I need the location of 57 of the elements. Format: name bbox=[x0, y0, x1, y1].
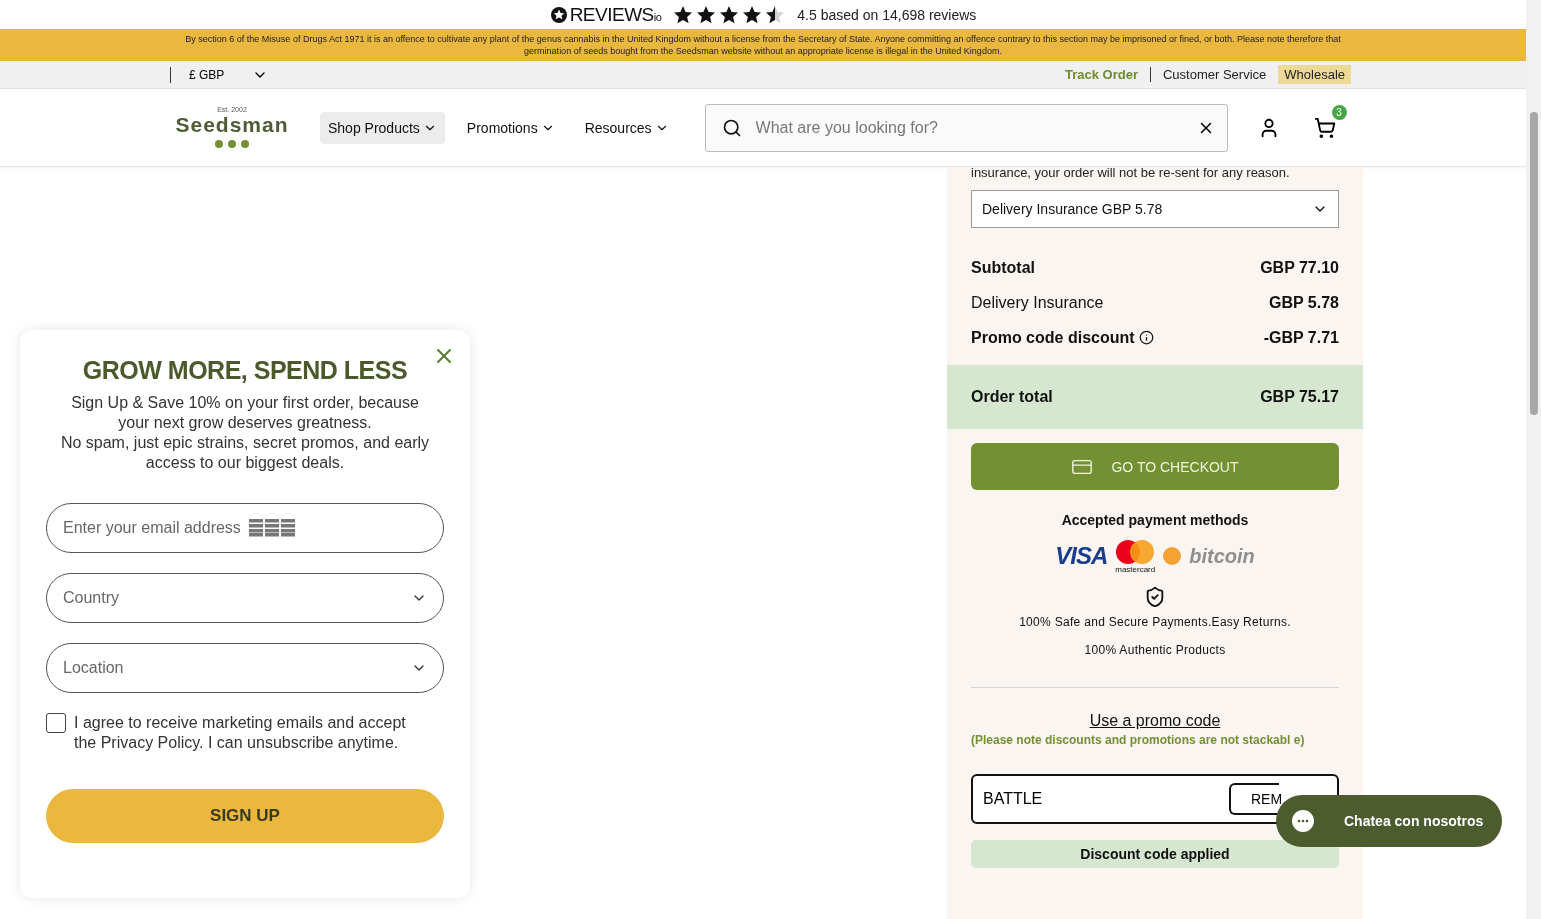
consent-text: I agree to receive marketing emails and accept the Privacy Policy. I can unsubscribe anytime. bbox=[74, 713, 407, 753]
reviews-logo: REVIEWSio bbox=[569, 3, 662, 26]
utility-link[interactable]: Customer Service bbox=[1150, 67, 1267, 82]
sign-up-button[interactable]: SIGN UP bbox=[46, 789, 444, 843]
insurance-note: insurance, your order will not be re-sent for any reason. bbox=[971, 165, 1291, 180]
legal-banner: By section 6 of the Misuse of Drugs Act 1971 it is an offence to cultivate any plant of the genus cannabis in the United Kingdom without a license from the Secretary of State. Anyone committing an offence contrary to this section may be imprisoned or fined, or both. Please note therefore that germination of seeds bought from the Seedsman website without an appropriate license is illegal in the United Kingdom. bbox=[0, 29, 1526, 61]
shield-check-icon bbox=[1144, 586, 1166, 608]
star-icon bbox=[742, 4, 763, 25]
consent-checkbox[interactable] bbox=[46, 713, 66, 733]
popup-text: No spam, just epic strains, secret promos, and early access to our biggest deals. bbox=[59, 433, 431, 473]
payments-title: Accepted payment methods bbox=[1060, 512, 1250, 528]
mastercard-logo bbox=[1115, 538, 1156, 565]
promo-note: (Please note discounts and promotions are not stackabl e) bbox=[971, 732, 1306, 749]
utility-link[interactable]: Wholesale bbox=[1278, 65, 1351, 84]
cart-button[interactable] bbox=[1313, 116, 1336, 139]
currency-selector[interactable]: £ GBP bbox=[170, 66, 269, 83]
summary-value: GBP 77.10 bbox=[1260, 258, 1339, 277]
popup-text: Sign Up & Save 10% on your first order, because your next grow deserves greatness. bbox=[70, 393, 420, 433]
coin-icon bbox=[1163, 547, 1182, 565]
discount-applied-message: Discount code applied bbox=[971, 840, 1339, 868]
summary-value: GBP 5.78 bbox=[1269, 293, 1339, 312]
assurance-text: 100% Safe and Secure Payments.Easy Returns. bbox=[1018, 615, 1292, 629]
nav-menu[interactable]: Promotions bbox=[458, 111, 563, 144]
search-field[interactable]: What are you looking for? bbox=[753, 117, 1185, 138]
search-icon bbox=[721, 117, 742, 138]
cart-icon bbox=[1313, 116, 1336, 139]
promo-code-box[interactable]: BATTLE REM bbox=[971, 774, 1339, 824]
promo-code-field[interactable]: BATTLE bbox=[981, 789, 1229, 809]
chat-bubble-icon bbox=[1292, 810, 1314, 832]
scrollbar[interactable] bbox=[1526, 0, 1541, 919]
rating-text: 4.5 based on 14,698 reviews bbox=[797, 6, 977, 23]
summary-value: -GBP 7.71 bbox=[1263, 328, 1339, 347]
popup-title: GROW MORE, SPEND LESS bbox=[81, 356, 409, 385]
insurance-select[interactable]: Delivery Insurance GBP 5.78 bbox=[971, 190, 1339, 228]
star-icon bbox=[673, 4, 694, 25]
star-icon bbox=[696, 4, 717, 25]
total-label: Order total bbox=[971, 388, 1053, 406]
promo-code-link[interactable]: Use a promo code bbox=[971, 712, 1339, 730]
cart-count: 3 bbox=[1331, 104, 1347, 120]
star-icon bbox=[719, 4, 740, 25]
search-bar[interactable]: What are you looking for? bbox=[704, 103, 1228, 152]
summary-label: Promo code discount bbox=[971, 328, 1135, 347]
remove-button[interactable]: REM bbox=[1229, 783, 1279, 815]
select-field[interactable]: Country bbox=[46, 573, 444, 623]
total-value: GBP 75.17 bbox=[1260, 388, 1339, 406]
visa-logo: VISA bbox=[1055, 542, 1108, 570]
info-icon[interactable] bbox=[1138, 330, 1154, 345]
summary-label: Delivery Insurance bbox=[971, 293, 1104, 312]
nav-menu[interactable]: Resources bbox=[576, 111, 677, 144]
bitcoin-logo: bitcoin bbox=[1189, 544, 1255, 568]
assurance-text: 100% Authentic Products bbox=[1083, 643, 1227, 657]
nav-menu[interactable]: Shop Products bbox=[320, 111, 445, 144]
utility-link[interactable]: Track Order bbox=[1065, 67, 1138, 82]
mastercard-caption: mastercard bbox=[1115, 564, 1156, 574]
summary-label: Subtotal bbox=[971, 258, 1035, 277]
select-field[interactable]: Location bbox=[46, 643, 444, 693]
star-icon bbox=[765, 4, 786, 25]
